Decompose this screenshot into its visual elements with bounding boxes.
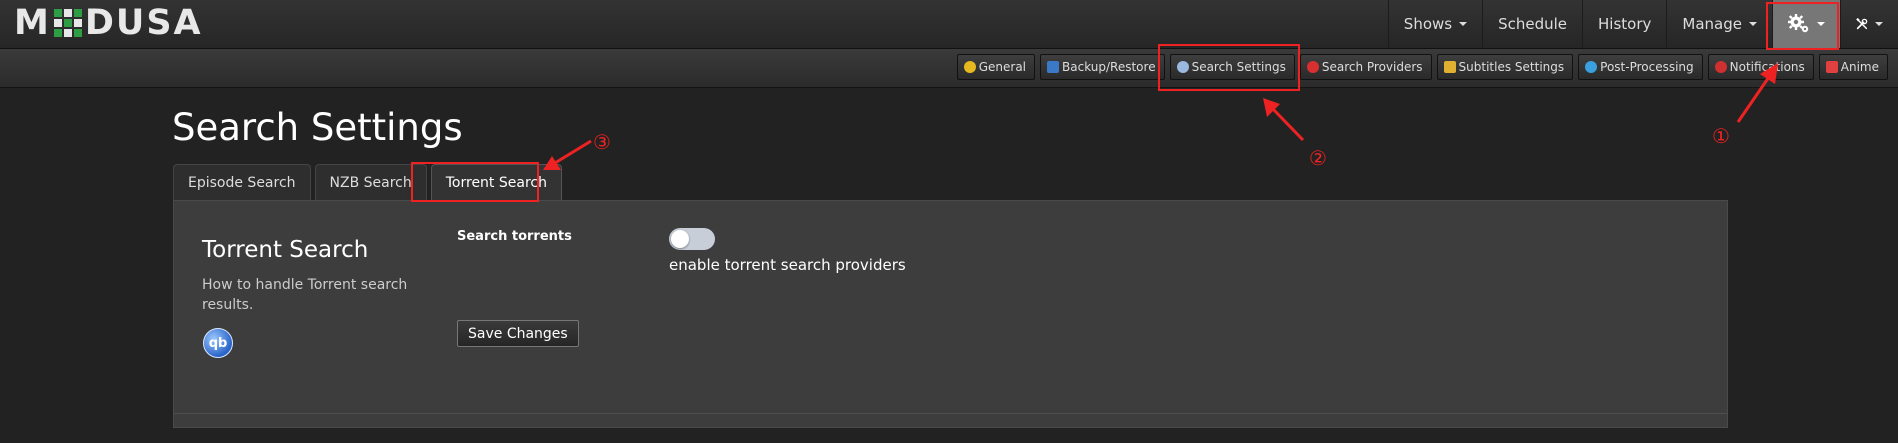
top-navbar: M DUSA Shows Schedule History Manage: [0, 0, 1898, 49]
logo-grid-icon: [53, 9, 82, 37]
sun-icon: [963, 61, 976, 73]
subnav-post-processing[interactable]: Post-Processing: [1578, 54, 1703, 80]
subnav-backup-restore[interactable]: Backup/Restore: [1040, 54, 1165, 80]
tab-episode-search[interactable]: Episode Search: [173, 164, 311, 200]
subnav-general-label: General: [978, 60, 1027, 74]
subnav-backup-label: Backup/Restore: [1062, 60, 1156, 74]
medusa-logo[interactable]: M DUSA: [14, 3, 203, 43]
nav-tools[interactable]: [1840, 0, 1898, 48]
nav-manage-label: Manage: [1682, 15, 1742, 33]
annotation-number-two: ②: [1309, 146, 1327, 170]
annotation-box-search-settings: [1158, 44, 1300, 91]
logo-text-right: DUSA: [84, 3, 203, 43]
subnav-general[interactable]: General: [956, 54, 1036, 80]
subnav-notifications[interactable]: Notifications: [1707, 54, 1814, 80]
anime-icon: [1825, 61, 1838, 73]
subnav-notifications-label: Notifications: [1729, 60, 1805, 74]
nav-history-label: History: [1598, 15, 1652, 33]
caret-down-icon: [1875, 22, 1883, 26]
floppy-icon: [1047, 61, 1060, 73]
subnav-anime-label: Anime: [1840, 60, 1879, 74]
nav-schedule[interactable]: Schedule: [1482, 0, 1582, 48]
search-torrents-toggle[interactable]: [669, 228, 715, 250]
subnav-post-processing-label: Post-Processing: [1600, 60, 1694, 74]
subnav-search-providers[interactable]: Search Providers: [1299, 54, 1432, 80]
tab-nzb-search[interactable]: NZB Search: [314, 164, 427, 200]
search-torrents-description: enable torrent search providers: [669, 256, 906, 274]
subnav-search-providers-label: Search Providers: [1321, 60, 1423, 74]
provider-icon: [1306, 61, 1319, 73]
notification-icon: [1714, 61, 1727, 73]
subnav-buttons: General Backup/Restore Search Settings S…: [956, 54, 1888, 80]
logo-text-left: M: [14, 3, 51, 43]
tools-icon: [1856, 17, 1868, 30]
config-subnav: General Backup/Restore Search Settings S…: [0, 49, 1898, 88]
subnav-subtitles-settings[interactable]: Subtitles Settings: [1436, 54, 1574, 80]
section-description: How to handle Torrent search results.: [202, 277, 408, 313]
nav-manage[interactable]: Manage: [1666, 0, 1772, 48]
panel-divider: [174, 413, 1727, 414]
qbittorrent-icon: qb: [203, 328, 233, 358]
torrent-search-panel: Torrent Search How to handle Torrent sea…: [173, 200, 1728, 428]
save-changes-button[interactable]: Save Changes: [457, 320, 579, 347]
arrow-to-search-settings: [1263, 98, 1305, 142]
nav-shows[interactable]: Shows: [1387, 0, 1482, 48]
post-processing-icon: [1585, 61, 1598, 73]
page-title: Search Settings: [172, 106, 463, 149]
nav-shows-label: Shows: [1403, 15, 1453, 33]
section-title: Torrent Search: [202, 237, 369, 263]
annotation-number-three: ③: [593, 130, 611, 154]
annotation-box-torrent-tab: [411, 162, 539, 202]
nav-schedule-label: Schedule: [1498, 15, 1568, 33]
caret-down-icon: [1459, 22, 1468, 26]
nav-history[interactable]: History: [1582, 0, 1666, 48]
subnav-subtitles-label: Subtitles Settings: [1458, 60, 1565, 74]
annotation-number-one: ①: [1712, 124, 1730, 148]
subtitles-icon: [1443, 61, 1456, 73]
subnav-anime[interactable]: Anime: [1818, 54, 1888, 80]
caret-down-icon: [1749, 22, 1757, 26]
search-torrents-label: Search torrents: [457, 229, 572, 244]
annotation-box-config: [1766, 2, 1839, 50]
toggle-knob: [671, 230, 689, 248]
